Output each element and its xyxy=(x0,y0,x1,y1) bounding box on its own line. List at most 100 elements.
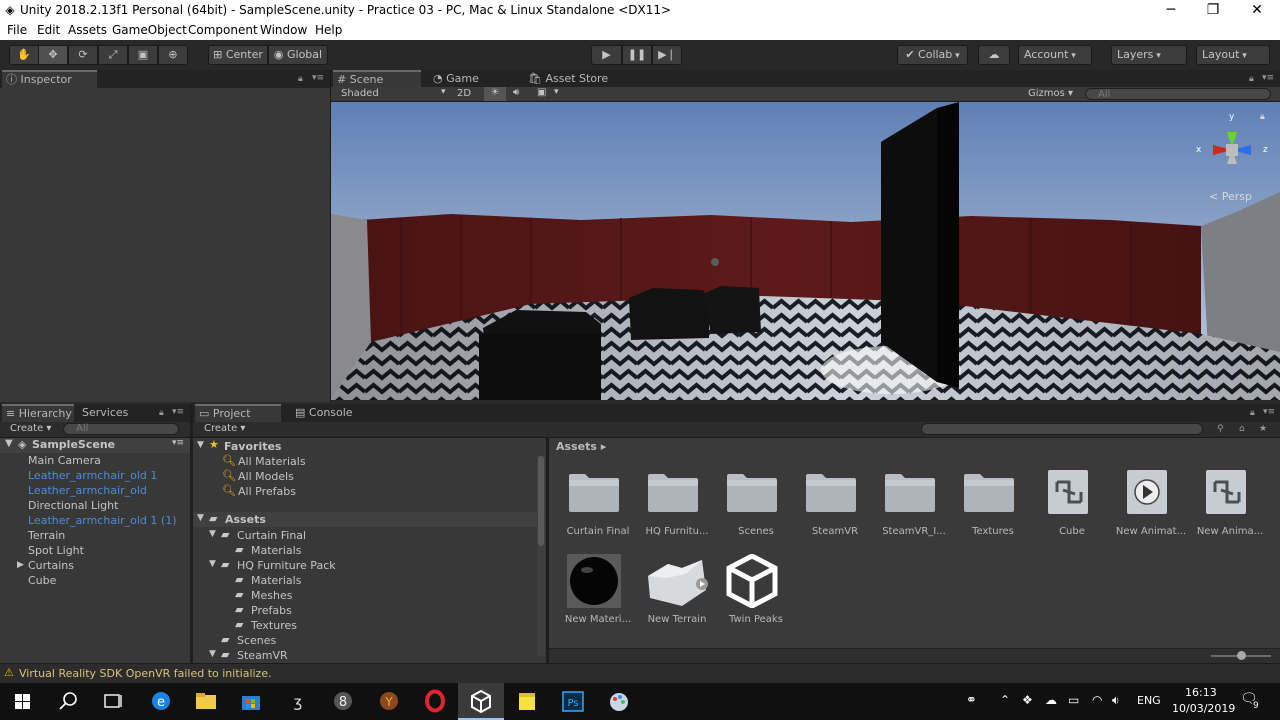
layers-dropdown[interactable]: Layers xyxy=(1111,45,1187,65)
menu-edit[interactable]: Edit xyxy=(37,23,60,37)
hierarchy-item[interactable]: Cube xyxy=(0,574,190,589)
app-icon[interactable]: ʒ xyxy=(275,683,321,720)
lock-icon[interactable]: 🔒︎ xyxy=(159,408,164,418)
asset-item[interactable]: Textures xyxy=(956,466,1030,546)
favorite-item[interactable]: 🔍︎ All Models xyxy=(193,469,538,484)
opera-browser-icon[interactable] xyxy=(412,683,458,720)
menu-component[interactable]: Component xyxy=(188,23,258,37)
play-button[interactable]: ▶ xyxy=(591,45,622,65)
asset-item[interactable]: SteamVR_I... xyxy=(877,466,951,546)
account-dropdown[interactable]: Account xyxy=(1018,45,1092,65)
asset-item[interactable]: New Anima... xyxy=(1193,466,1267,546)
tab-console[interactable]: ▤ Console xyxy=(291,404,371,422)
gizmos-dropdown[interactable]: Gizmos ▾ xyxy=(1028,88,1073,99)
rect-tool-icon[interactable]: ▣ xyxy=(128,45,158,65)
app-icon[interactable]: 8 xyxy=(320,683,366,720)
lock-icon[interactable]: 🔒︎ xyxy=(1249,74,1254,84)
hierarchy-search-input[interactable]: All xyxy=(63,423,179,435)
assets-root-row[interactable]: ▼ ▰ Assets xyxy=(193,512,538,527)
tab-inspector[interactable]: ⓘ Inspector xyxy=(2,70,97,88)
slider-thumb[interactable] xyxy=(1237,651,1246,660)
filter-label-icon[interactable]: ⌂ xyxy=(1239,424,1245,434)
favorites-label[interactable]: Favorites xyxy=(224,440,281,453)
hierarchy-item[interactable]: Spot Light xyxy=(0,544,190,559)
collab-dropdown[interactable]: ✔ Collab xyxy=(897,45,968,65)
menu-window[interactable]: Window xyxy=(260,23,307,37)
scene-lighting-icon[interactable]: ☀ xyxy=(484,87,506,101)
asset-item[interactable]: New Terrain xyxy=(640,554,714,634)
chevron-down-icon[interactable]: ▾ xyxy=(441,87,446,97)
dropbox-icon[interactable]: ❖ xyxy=(1022,693,1033,707)
people-icon[interactable]: ⚭ xyxy=(966,693,977,708)
toggle-2d-button[interactable]: 2D xyxy=(457,88,471,99)
tab-hierarchy[interactable]: ≡ Hierarchy xyxy=(2,404,74,422)
tab-project[interactable]: ▭ Project xyxy=(195,404,281,422)
tree-folder-item[interactable]: ▰ Prefabs xyxy=(193,603,538,618)
file-explorer-icon[interactable] xyxy=(183,683,229,720)
hierarchy-item[interactable]: Leather_armchair_old 1 (1) xyxy=(0,514,190,529)
task-view-icon[interactable] xyxy=(90,683,136,720)
volume-icon[interactable]: 🔉︎ xyxy=(1112,693,1120,708)
panel-menu-icon[interactable]: ▾≡ xyxy=(1263,407,1275,417)
sticky-notes-icon[interactable] xyxy=(504,683,550,720)
filter-type-icon[interactable]: ⚲ xyxy=(1217,424,1224,434)
tab-scene[interactable]: # Scene xyxy=(333,70,421,88)
rotate-tool-icon[interactable]: ⟳ xyxy=(68,45,98,65)
favorite-star-icon[interactable]: ★ xyxy=(1259,424,1267,434)
expand-arrow-icon[interactable]: ▼ xyxy=(209,559,216,569)
panel-menu-icon[interactable]: ▾≡ xyxy=(312,73,324,83)
menu-help[interactable]: Help xyxy=(315,23,342,37)
scene-menu-icon[interactable]: ▾≡ xyxy=(172,438,184,448)
tab-game[interactable]: ◔ Game xyxy=(429,70,509,88)
hierarchy-item[interactable]: Directional Light xyxy=(0,499,190,514)
status-bar[interactable]: ⚠ Virtual Reality SDK OpenVR failed to i… xyxy=(0,663,1280,683)
tree-folder-item[interactable]: ▰ Scenes xyxy=(193,633,538,648)
pivot-center-toggle[interactable]: ⊞ Center xyxy=(208,45,268,65)
app-icon[interactable]: Y xyxy=(366,683,412,720)
shading-mode-dropdown[interactable]: Shaded xyxy=(341,88,379,99)
layout-dropdown[interactable]: Layout xyxy=(1196,45,1270,65)
edge-browser-icon[interactable]: e xyxy=(138,683,184,720)
asset-item[interactable]: New Materi... xyxy=(561,554,635,634)
maximize-button[interactable]: ❐ xyxy=(1191,0,1235,21)
expand-arrow-icon[interactable]: ▼ xyxy=(197,513,204,523)
chevron-down-icon[interactable]: ▾ xyxy=(554,87,559,97)
scene-viewport[interactable]: y x z < Persp 🔒︎ xyxy=(331,102,1280,400)
asset-item[interactable]: HQ Furnitu... xyxy=(640,466,714,546)
space-global-toggle[interactable]: ◉ Global xyxy=(268,45,328,65)
tab-services[interactable]: Services xyxy=(78,404,148,422)
menu-gameobject[interactable]: GameObject xyxy=(112,23,187,37)
unity-app-icon[interactable] xyxy=(458,683,504,720)
expand-arrow-icon[interactable]: ▼ xyxy=(5,438,13,449)
cloud-button[interactable]: ☁ xyxy=(978,45,1010,65)
project-search-input[interactable] xyxy=(921,423,1203,435)
asset-item[interactable]: New Animat... xyxy=(1114,466,1188,546)
asset-item[interactable]: Cube xyxy=(1035,466,1109,546)
tree-folder-item[interactable]: ▼ ▰ SteamVR xyxy=(193,648,538,663)
lock-icon[interactable]: 🔒︎ xyxy=(1260,112,1265,122)
asset-item[interactable]: Twin Peaks xyxy=(719,553,793,634)
minimize-button[interactable]: ─ xyxy=(1149,0,1193,21)
battery-icon[interactable]: ▭ xyxy=(1068,693,1079,707)
wifi-icon[interactable]: ◠ xyxy=(1092,693,1102,707)
tab-asset-store[interactable]: 🛍︎ Asset Store xyxy=(524,70,624,88)
projection-label[interactable]: < Persp xyxy=(1209,190,1252,203)
panel-menu-icon[interactable]: ▾≡ xyxy=(1262,73,1274,83)
scene-search-input[interactable]: All xyxy=(1085,88,1271,100)
expand-arrow-icon[interactable]: ▼ xyxy=(197,440,204,450)
tree-folder-item[interactable]: ▼ ▰ Curtain Final xyxy=(193,528,538,543)
pause-button[interactable]: ❚❚ xyxy=(622,45,652,65)
asset-item[interactable]: SteamVR xyxy=(798,466,872,546)
asset-item[interactable]: Scenes xyxy=(719,466,793,546)
cloud-icon[interactable]: ☁ xyxy=(1045,693,1057,707)
hierarchy-create-dropdown[interactable]: Create ▾ xyxy=(10,423,51,434)
photoshop-icon[interactable]: Ps xyxy=(550,683,596,720)
tree-folder-item[interactable]: ▰ Meshes xyxy=(193,588,538,603)
search-icon[interactable] xyxy=(46,683,92,720)
transform-tool-icon[interactable]: ⊕ xyxy=(158,45,188,65)
clock-date[interactable]: 10/03/2019 xyxy=(1172,702,1235,715)
audio-icon[interactable]: 🔊︎ xyxy=(513,87,519,98)
expand-arrow-icon[interactable]: ▼ xyxy=(209,649,216,659)
menu-file[interactable]: File xyxy=(7,23,27,37)
chevron-up-icon[interactable]: ⌃ xyxy=(1000,693,1010,707)
